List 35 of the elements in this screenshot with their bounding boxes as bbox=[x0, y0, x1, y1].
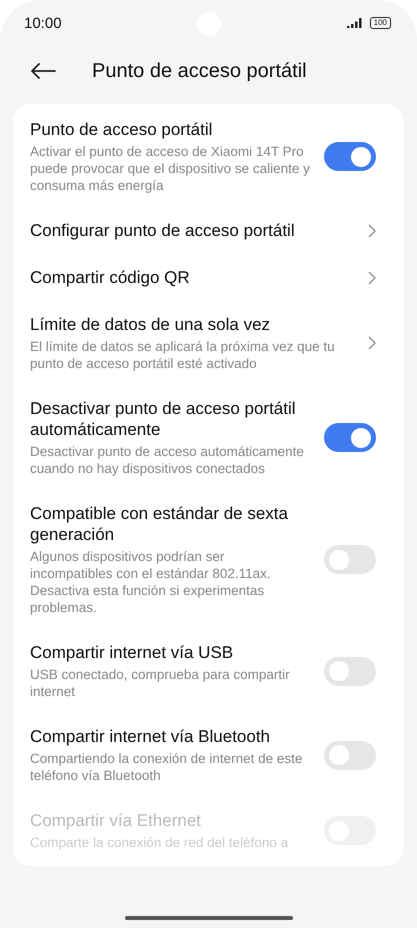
settings-item[interactable]: Configurar punto de acceso portátil bbox=[13, 207, 404, 254]
setting-description: Compartiendo la conexión de internet de este teléfono vía Bluetooth bbox=[30, 750, 304, 784]
settings-item[interactable]: Compartir internet vía Bluetooth Compartiendo la conexión de internet de este teléfono vía Bluetooth bbox=[13, 713, 404, 797]
chevron-icon bbox=[368, 224, 376, 238]
settings-item[interactable]: Compartir código QR bbox=[13, 254, 404, 301]
setting-title: Compartir internet vía Bluetooth bbox=[30, 726, 272, 747]
setting-title: Configurar punto de acceso portátil bbox=[30, 220, 296, 241]
toggle-switch[interactable] bbox=[324, 656, 376, 686]
setting-title: Compatible con estándar de sexta generación bbox=[30, 503, 289, 545]
setting-title: Compartir código QR bbox=[30, 267, 191, 288]
back-button[interactable] bbox=[30, 63, 56, 79]
page-title: Punto de acceso portátil bbox=[92, 60, 307, 82]
setting-title: Compartir internet vía USB bbox=[30, 642, 234, 663]
setting-title: Límite de datos de una sola vez bbox=[30, 314, 272, 335]
settings-item[interactable]: Compatible con estándar de sexta generación Algunos dispositivos podrían ser incompatibles con el estándar 802.11ax. Desactiva esta función si experimentas problemas. bbox=[13, 490, 404, 629]
toggle-switch[interactable] bbox=[324, 545, 376, 574]
settings-item[interactable]: Límite de datos de una sola vez El límite de datos se aplicará la próxima vez que tu punto de acceso portátil esté activado bbox=[13, 301, 404, 385]
chevron-icon bbox=[368, 270, 376, 284]
setting-description: USB conectado, comprueba para compartir internet bbox=[30, 666, 291, 700]
setting-title: Punto de acceso portátil bbox=[30, 119, 214, 140]
settings-item[interactable]: Compartir internet vía USB USB conectado, comprueba para compartir internet bbox=[13, 629, 404, 713]
settings-item[interactable]: Punto de acceso portátil Activar el punto de acceso de Xiaomi 14T Pro puede provocar que el dispositivo se caliente y consuma más energía bbox=[13, 106, 404, 207]
setting-title: Desactivar punto de acceso portátil automáticamente bbox=[30, 398, 297, 440]
setting-title: Compartir vía Ethernet bbox=[30, 810, 202, 831]
settings-item[interactable]: Desactivar punto de acceso portátil automáticamente Desactivar punto de acceso automáticamente cuando no hay dispositivos conectados bbox=[13, 385, 404, 490]
setting-description: El límite de datos se aplicará la próxima vez que tu punto de acceso portátil esté activado bbox=[30, 338, 336, 372]
setting-description: Algunos dispositivos podrían ser incompatibles con el estándar 802.11ax. Desactiva esta función si experimentas problemas. bbox=[30, 548, 272, 616]
battery-level: 100 bbox=[370, 17, 391, 29]
toggle-switch[interactable] bbox=[324, 423, 376, 452]
toggle-switch[interactable] bbox=[324, 740, 376, 770]
setting-description: Desactivar punto de acceso automáticamente cuando no hay dispositivos conectados bbox=[30, 443, 305, 477]
chevron-icon bbox=[368, 336, 376, 350]
setting-description: Activar el punto de acceso de Xiaomi 14T Pro puede provocar que el dispositivo se caliente y consuma más energía bbox=[30, 143, 310, 194]
status-time: 10:00 bbox=[24, 14, 62, 32]
toggle-switch[interactable] bbox=[324, 142, 376, 171]
